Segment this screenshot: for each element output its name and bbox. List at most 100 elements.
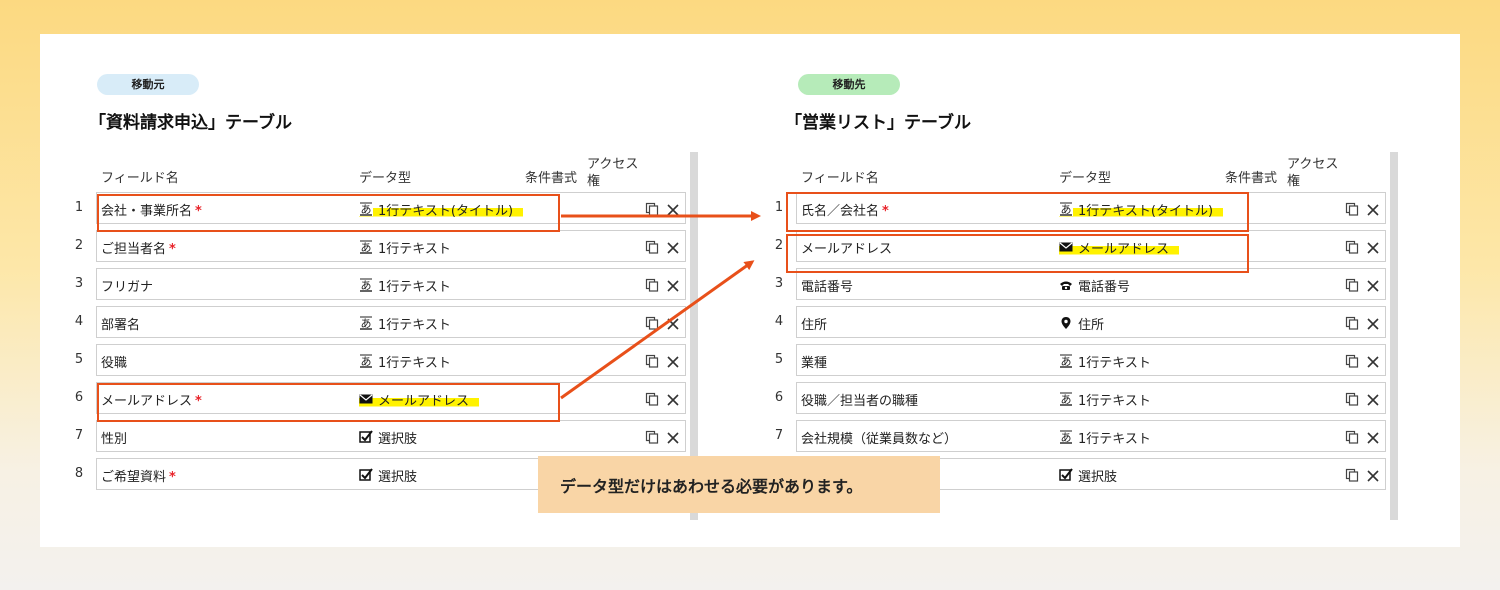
column-header-field-name: フィールド名 (101, 171, 179, 186)
close-icon[interactable] (1367, 429, 1379, 444)
table-row[interactable]: 2 ご担当者名 * あ 1行テキスト (75, 230, 686, 262)
highlight-frame-destination-row-2 (786, 234, 1249, 273)
field-name: ご希望資料 * (101, 466, 176, 485)
column-header-data-type: データ型 (359, 171, 412, 186)
field-data-type: 電話番号 (1059, 274, 1130, 296)
copy-icon[interactable] (645, 315, 659, 330)
table-row[interactable]: 6 役職／担当者の職種 あ 1行テキスト (775, 382, 1386, 414)
copy-icon[interactable] (1345, 315, 1359, 330)
close-icon[interactable] (667, 315, 679, 330)
table-row[interactable]: 4 住所 住所 (775, 306, 1386, 338)
checkbox-icon (1059, 468, 1073, 482)
text-icon: あ (1059, 354, 1073, 368)
svg-text:あ: あ (1061, 431, 1072, 444)
close-icon[interactable] (667, 391, 679, 406)
field-name-label: 住所 (801, 318, 828, 333)
column-header-access-rights: アクセス権 (587, 157, 639, 189)
required-asterisk: * (169, 470, 176, 485)
text-icon: あ (359, 240, 373, 254)
svg-text:あ: あ (1061, 355, 1072, 368)
close-icon[interactable] (1367, 353, 1379, 368)
field-data-type-label: 1行テキスト (378, 241, 451, 257)
row-number: 7 (774, 428, 784, 443)
field-name: フリガナ (101, 276, 153, 295)
table-row[interactable]: 3 フリガナ あ 1行テキスト (75, 268, 686, 300)
field-name: 性別 (101, 428, 127, 447)
checkbox-icon (359, 430, 373, 444)
close-icon[interactable] (667, 239, 679, 254)
field-name: 役職／担当者の職種 (801, 390, 918, 409)
copy-icon[interactable] (1345, 277, 1359, 292)
row-number: 1 (74, 200, 84, 215)
copy-icon[interactable] (1345, 467, 1359, 482)
table-row[interactable]: 7 性別 選択肢 (75, 420, 686, 452)
field-name-label: 役職／担当者の職種 (801, 394, 919, 409)
close-icon[interactable] (1367, 315, 1379, 330)
row-number: 5 (774, 352, 784, 367)
close-icon[interactable] (1367, 239, 1379, 254)
field-name-label: 役職 (101, 356, 128, 371)
phone-icon (1059, 278, 1073, 292)
field-data-type: 選択肢 (359, 426, 417, 448)
row-number: 5 (74, 352, 84, 367)
copy-icon[interactable] (645, 277, 659, 292)
copy-icon[interactable] (1345, 201, 1359, 216)
text-icon: あ (1059, 430, 1073, 444)
row-number: 4 (74, 314, 84, 329)
close-icon[interactable] (1367, 277, 1379, 292)
copy-icon[interactable] (645, 391, 659, 406)
field-data-type: あ 1行テキスト (1059, 350, 1151, 372)
field-data-type-label: 1行テキスト (1078, 355, 1151, 371)
close-icon[interactable] (1367, 201, 1379, 216)
required-asterisk: * (169, 242, 176, 257)
highlight-frame-source-row-1 (97, 194, 560, 232)
copy-icon[interactable] (645, 353, 659, 368)
copy-icon[interactable] (1345, 429, 1359, 444)
svg-text:あ: あ (361, 241, 372, 254)
highlight-frame-source-row-6 (97, 383, 560, 422)
close-icon[interactable] (667, 201, 679, 216)
field-data-type: あ 1行テキスト (359, 312, 451, 334)
close-icon[interactable] (667, 353, 679, 368)
field-name: 業種 (801, 352, 827, 371)
svg-text:あ: あ (361, 355, 372, 368)
field-data-type-label: 1行テキスト (1078, 431, 1151, 447)
field-data-type-label: 住所 (1078, 317, 1105, 333)
field-data-type: あ 1行テキスト (359, 236, 451, 258)
field-name: 会社規模（従業員数など） (801, 428, 957, 447)
close-icon[interactable] (667, 429, 679, 444)
column-header-data-type: データ型 (1059, 171, 1112, 186)
field-data-type: 選択肢 (1059, 464, 1117, 486)
close-icon[interactable] (1367, 467, 1379, 482)
copy-icon[interactable] (1345, 353, 1359, 368)
row-number: 2 (74, 238, 84, 253)
table-row[interactable]: 5 役職 あ 1行テキスト (75, 344, 686, 376)
field-name-label: 部署名 (101, 318, 141, 333)
field-data-type-label: 1行テキスト (378, 317, 451, 333)
field-name-label: 電話番号 (801, 280, 854, 295)
close-icon[interactable] (1367, 391, 1379, 406)
field-name-label: フリガナ (101, 280, 154, 295)
row-number: 3 (74, 276, 84, 291)
destination-table-title: 「営業リスト」テーブル (785, 113, 971, 133)
field-data-type-label: 1行テキスト (1078, 393, 1151, 409)
close-icon[interactable] (667, 277, 679, 292)
copy-icon[interactable] (645, 201, 659, 216)
field-name: ご担当者名 * (101, 238, 176, 257)
row-number: 3 (774, 276, 784, 291)
copy-icon[interactable] (1345, 391, 1359, 406)
destination-badge: 移動先 (798, 74, 900, 95)
text-icon: あ (359, 316, 373, 330)
table-row[interactable]: 7 会社規模（従業員数など） あ 1行テキスト (775, 420, 1386, 452)
text-icon: あ (1059, 392, 1073, 406)
destination-scrollbar[interactable] (1390, 152, 1398, 520)
table-row[interactable]: 5 業種 あ 1行テキスト (775, 344, 1386, 376)
field-data-type: あ 1行テキスト (1059, 388, 1151, 410)
copy-icon[interactable] (645, 239, 659, 254)
field-name: 部署名 (101, 314, 140, 333)
field-name-label: 性別 (101, 432, 128, 447)
table-row[interactable]: 4 部署名 あ 1行テキスト (75, 306, 686, 338)
copy-icon[interactable] (645, 429, 659, 444)
copy-icon[interactable] (1345, 239, 1359, 254)
field-data-type: 選択肢 (359, 464, 417, 486)
